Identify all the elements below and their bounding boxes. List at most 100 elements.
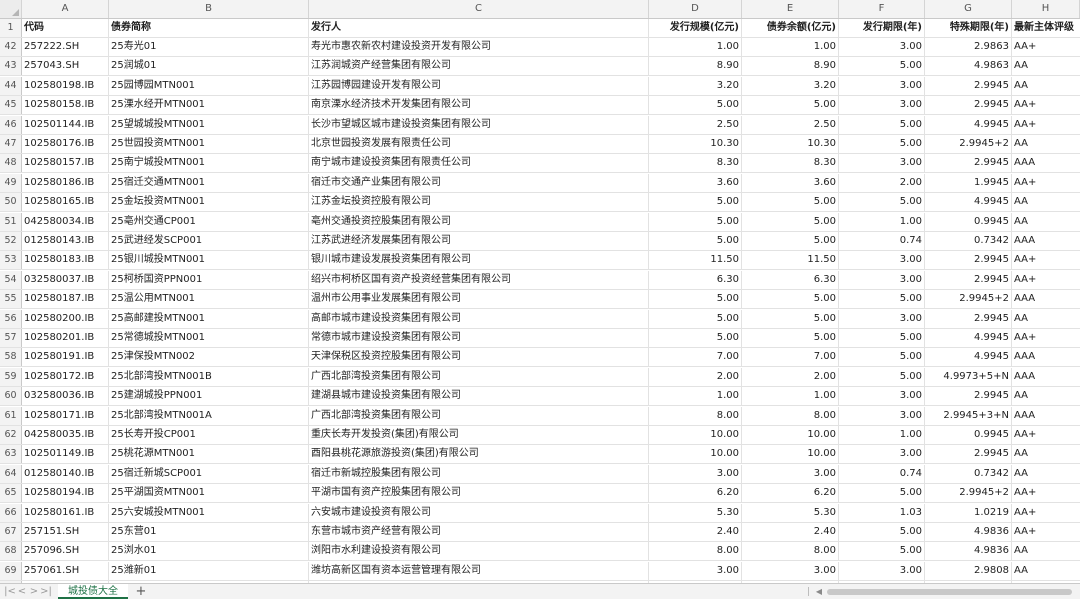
cell-issuer[interactable]: 浏阳市水利建设投资有限公司: [309, 542, 649, 561]
cell-term[interactable]: 3.00: [839, 406, 925, 425]
cell-issuer[interactable]: 南京溧水经济技术开发集团有限公司: [309, 96, 649, 115]
cell-issuer[interactable]: 南宁城市建设投资集团有限责任公司: [309, 154, 649, 173]
cell-rating[interactable]: AA+: [1012, 329, 1080, 347]
cell-issuer[interactable]: 亳州交通投资控股集团有限公司: [309, 212, 649, 231]
row-number[interactable]: 60: [0, 387, 22, 406]
cell-balance[interactable]: 3.20: [742, 76, 839, 95]
row-number[interactable]: 67: [0, 523, 22, 541]
row-number[interactable]: 1: [0, 19, 22, 37]
cell-issue-size[interactable]: 8.90: [649, 57, 742, 76]
cell-short-name[interactable]: 25桃花源MTN001: [109, 445, 309, 464]
row-number[interactable]: 63: [0, 445, 22, 464]
cell-term[interactable]: 3.00: [839, 38, 925, 56]
cell-rating[interactable]: AA+: [1012, 504, 1080, 522]
cell-issuer[interactable]: 东营市城市资产经营有限公司: [309, 523, 649, 541]
header-cell-code[interactable]: 代码: [22, 19, 109, 37]
cell-code[interactable]: 102580183.IB: [22, 251, 109, 270]
cell-special-term[interactable]: 4.9945: [925, 329, 1012, 347]
cell-balance[interactable]: 1.00: [742, 38, 839, 56]
cell-special-term[interactable]: 1.0219: [925, 503, 1012, 522]
cell-rating[interactable]: AA+: [1012, 271, 1080, 289]
cell-short-name[interactable]: 25建湖城投PPN001: [109, 387, 309, 406]
cell-term[interactable]: 5.00: [839, 57, 925, 76]
cell-short-name[interactable]: 25世园投资MTN001: [109, 135, 309, 153]
cell-balance[interactable]: 3.60: [742, 173, 839, 192]
cell-issuer[interactable]: 六安城市建设投资有限公司: [309, 503, 649, 522]
row-number[interactable]: 51: [0, 212, 22, 231]
cell-rating[interactable]: AA: [1012, 542, 1080, 560]
header-cell-special-term[interactable]: 特殊期限(年): [925, 19, 1012, 37]
header-cell-balance[interactable]: 债券余额(亿元): [742, 19, 839, 37]
cell-term[interactable]: 3.00: [839, 270, 925, 289]
cell-issuer[interactable]: 寿光市惠农新农村建设投资开发有限公司: [309, 38, 649, 56]
cell-rating[interactable]: AAA: [1012, 290, 1080, 308]
row-number[interactable]: 42: [0, 38, 22, 56]
cell-code[interactable]: 102580200.IB: [22, 309, 109, 328]
cell-issue-size[interactable]: 8.00: [649, 542, 742, 561]
cell-issuer[interactable]: 建湖县城市建设投资集团有限公司: [309, 387, 649, 406]
cell-rating[interactable]: AA+: [1012, 174, 1080, 192]
cell-special-term[interactable]: 2.9945: [925, 251, 1012, 270]
cell-rating[interactable]: AA: [1012, 77, 1080, 95]
cell-term[interactable]: 3.00: [839, 96, 925, 115]
horizontal-scrollbar[interactable]: ◀: [808, 587, 1076, 596]
cell-code[interactable]: 102501149.IB: [22, 445, 109, 464]
cell-issuer[interactable]: 广西北部湾投资集团有限公司: [309, 406, 649, 425]
row-number[interactable]: 55: [0, 290, 22, 309]
cell-special-term[interactable]: 2.9945+2: [925, 135, 1012, 153]
cell-code[interactable]: 102580201.IB: [22, 329, 109, 347]
cell-issue-size[interactable]: 3.00: [649, 561, 742, 580]
cell-rating[interactable]: AA: [1012, 135, 1080, 153]
cell-issuer[interactable]: 绍兴市柯桥区国有资产投资经营集团有限公司: [309, 270, 649, 289]
cell-code[interactable]: 102580194.IB: [22, 484, 109, 503]
cell-special-term[interactable]: 4.9863: [925, 57, 1012, 76]
cell-balance[interactable]: 2.00: [742, 367, 839, 386]
cell-code[interactable]: 102580158.IB: [22, 96, 109, 115]
cell-rating[interactable]: AA: [1012, 57, 1080, 75]
cell-term[interactable]: 5.00: [839, 115, 925, 134]
cell-balance[interactable]: 3.00: [742, 561, 839, 580]
cell-code[interactable]: 102580161.IB: [22, 503, 109, 522]
row-number[interactable]: 48: [0, 154, 22, 173]
row-number[interactable]: 58: [0, 348, 22, 367]
cell-special-term[interactable]: 0.7342: [925, 464, 1012, 483]
cell-rating[interactable]: AA+: [1012, 38, 1080, 56]
cell-rating[interactable]: AA: [1012, 213, 1080, 231]
cell-special-term[interactable]: 0.7342: [925, 232, 1012, 250]
cell-short-name[interactable]: 25平湖国资MTN001: [109, 484, 309, 503]
cell-code[interactable]: 102501144.IB: [22, 115, 109, 134]
cell-code[interactable]: 102580187.IB: [22, 290, 109, 309]
cell-term[interactable]: 3.00: [839, 309, 925, 328]
cell-balance[interactable]: 7.00: [742, 348, 839, 367]
cell-issue-size[interactable]: 3.60: [649, 173, 742, 192]
cell-term[interactable]: 0.74: [839, 464, 925, 483]
cell-special-term[interactable]: 2.9945: [925, 309, 1012, 328]
cell-special-term[interactable]: 2.9945: [925, 76, 1012, 95]
cell-code[interactable]: 102580172.IB: [22, 367, 109, 386]
cell-issuer[interactable]: 天津保税区投资控股集团有限公司: [309, 348, 649, 367]
cell-issue-size[interactable]: 5.00: [649, 290, 742, 309]
cell-issue-size[interactable]: 3.20: [649, 76, 742, 95]
cell-short-name[interactable]: 25南宁城投MTN001: [109, 154, 309, 173]
header-cell-issuer[interactable]: 发行人: [309, 19, 649, 37]
cell-code[interactable]: 042580035.IB: [22, 426, 109, 444]
cell-issue-size[interactable]: 11.50: [649, 251, 742, 270]
cell-short-name[interactable]: 25溧水经开MTN001: [109, 96, 309, 115]
cell-code[interactable]: 012580143.IB: [22, 232, 109, 250]
header-cell-term[interactable]: 发行期限(年): [839, 19, 925, 37]
cell-special-term[interactable]: 4.9973+5+N: [925, 367, 1012, 386]
row-number[interactable]: 64: [0, 464, 22, 483]
cell-short-name[interactable]: 25寿光01: [109, 38, 309, 56]
cell-special-term[interactable]: 2.9945: [925, 96, 1012, 115]
cell-special-term[interactable]: 0.9945: [925, 212, 1012, 231]
cell-rating[interactable]: AA+: [1012, 523, 1080, 541]
cell-issue-size[interactable]: 5.00: [649, 193, 742, 212]
row-number[interactable]: 57: [0, 329, 22, 347]
cell-special-term[interactable]: 4.9836: [925, 542, 1012, 561]
cell-rating[interactable]: AAA: [1012, 407, 1080, 425]
cell-rating[interactable]: AA+: [1012, 96, 1080, 114]
row-number[interactable]: 56: [0, 309, 22, 328]
cell-special-term[interactable]: 2.9945: [925, 445, 1012, 464]
cell-short-name[interactable]: 25柯桥国资PPN001: [109, 270, 309, 289]
cell-term[interactable]: 3.00: [839, 76, 925, 95]
